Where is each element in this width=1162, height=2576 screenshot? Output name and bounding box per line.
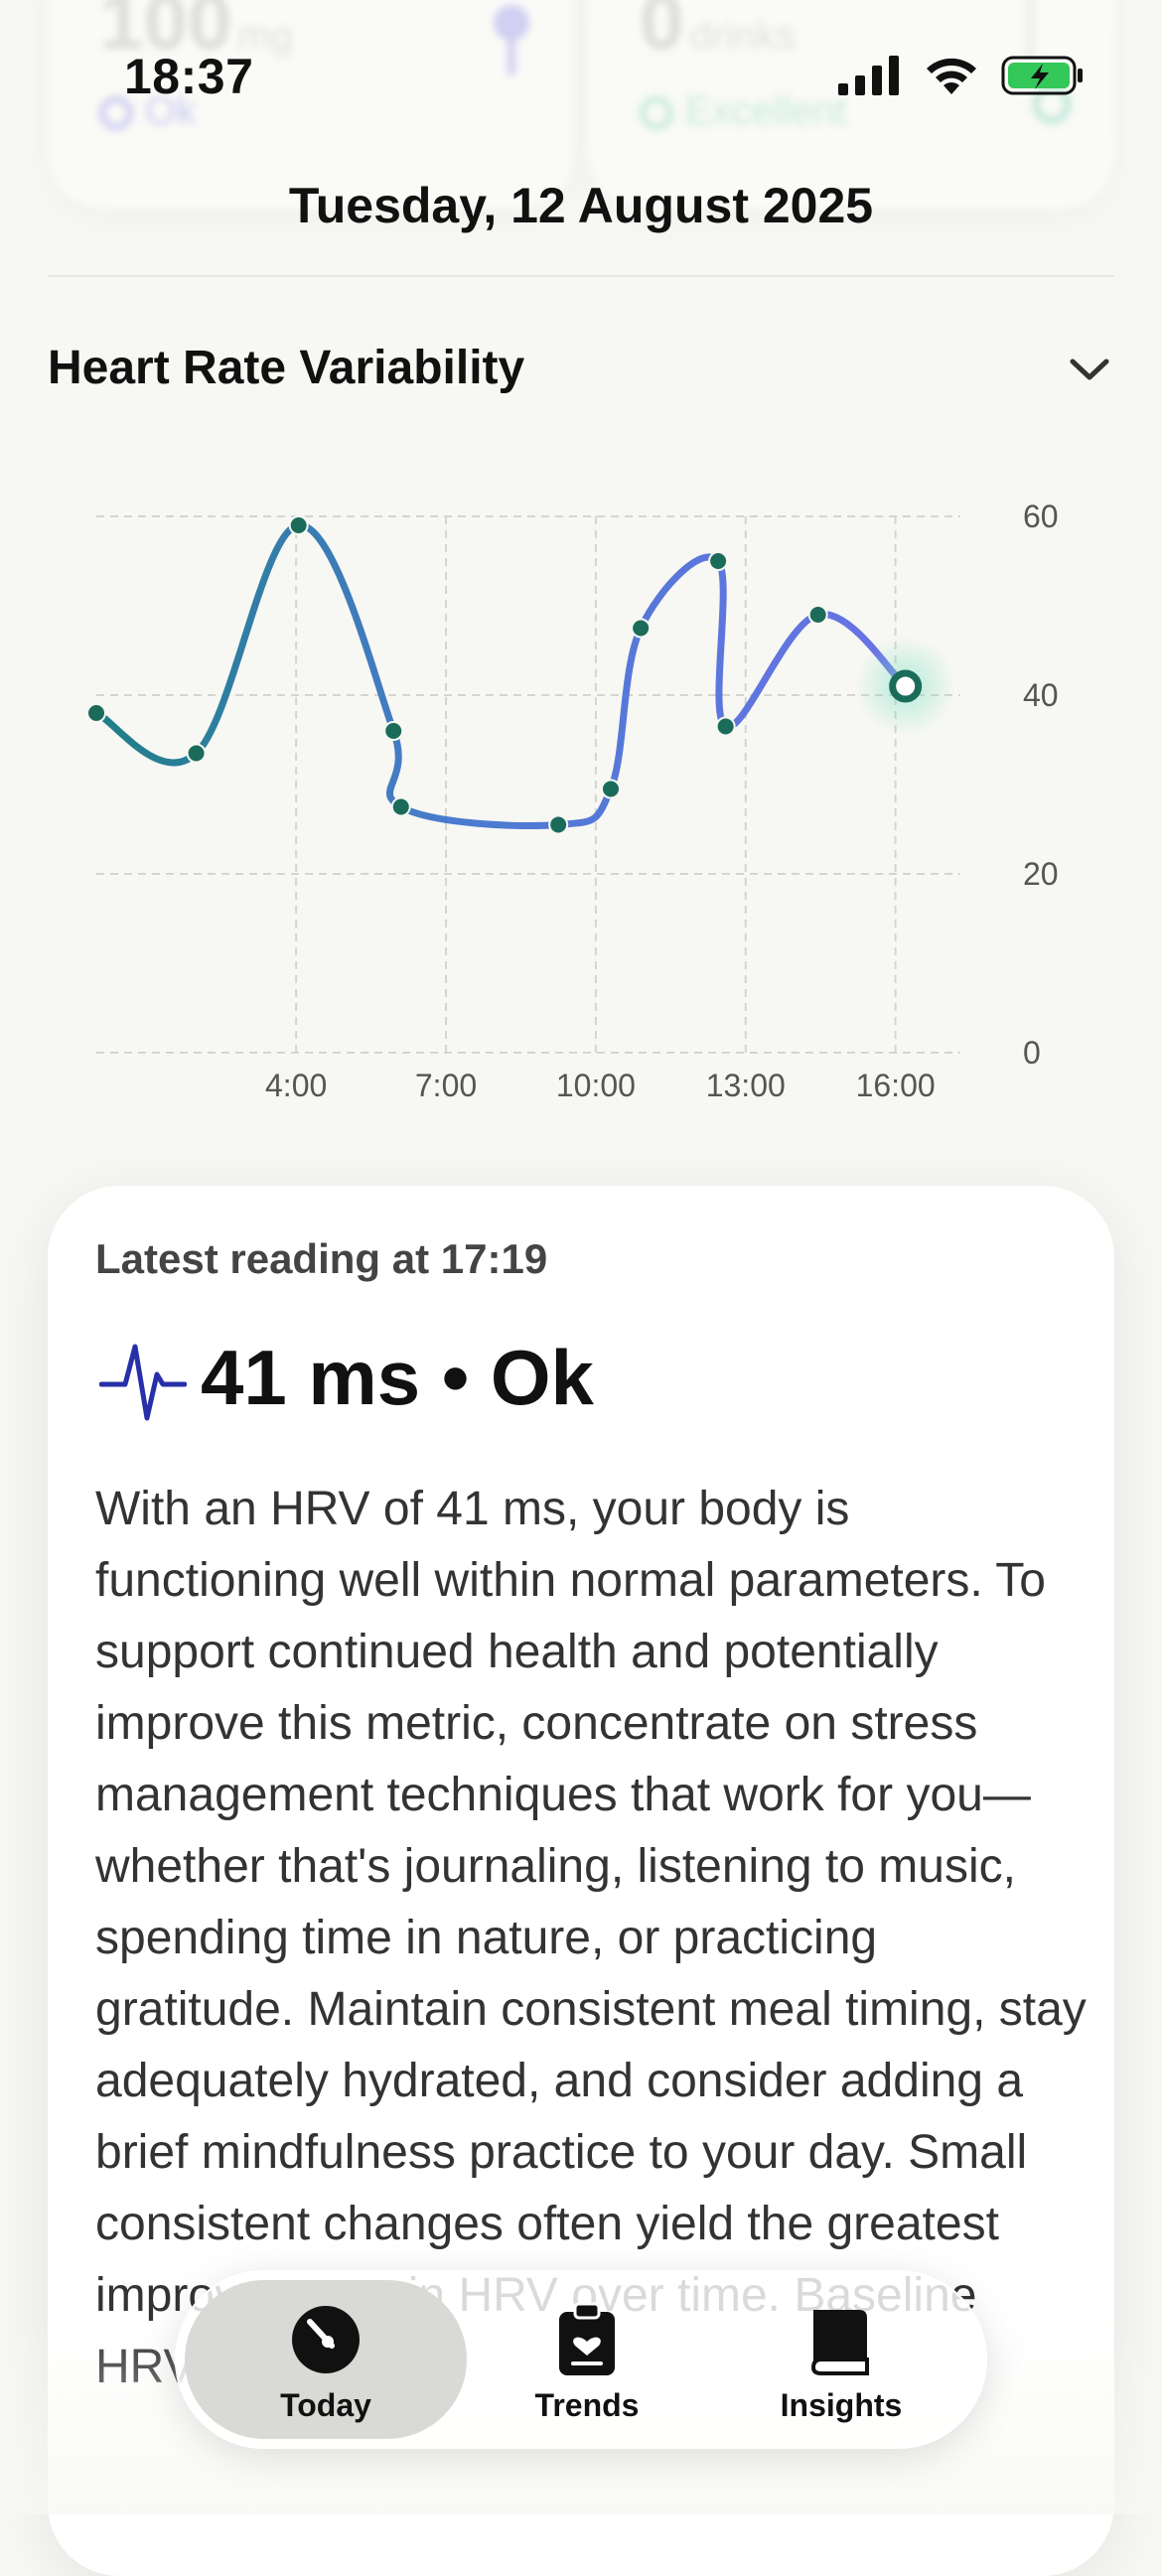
section-title: Heart Rate Variability xyxy=(48,342,525,394)
data-point xyxy=(390,796,411,817)
tab-bar: Today Trends Insights xyxy=(175,2270,987,2449)
data-point xyxy=(708,551,729,571)
data-point xyxy=(715,716,736,737)
data-point xyxy=(807,605,828,625)
data-point xyxy=(186,743,207,764)
chevron-down-icon[interactable] xyxy=(1065,350,1114,389)
tab-label: Trends xyxy=(534,2387,640,2423)
x-tick-label: 7:00 xyxy=(415,1068,477,1103)
tab-label: Insights xyxy=(780,2387,903,2423)
clipboard-heart-icon xyxy=(559,2302,615,2375)
data-point xyxy=(600,779,621,799)
tab-label: Today xyxy=(280,2387,371,2423)
clock: 18:37 xyxy=(124,49,254,104)
status-bar: 18:37 xyxy=(0,0,1162,149)
hrv-value: 41 ms • Ok xyxy=(201,1334,594,1421)
tab-today[interactable]: Today xyxy=(185,2280,467,2439)
header-divider xyxy=(48,275,1114,277)
y-tick-label: 40 xyxy=(1023,677,1059,713)
x-tick-label: 4:00 xyxy=(265,1068,327,1103)
latest-data-point xyxy=(889,669,923,703)
y-tick-label: 0 xyxy=(1023,1035,1041,1071)
y-tick-label: 20 xyxy=(1023,856,1059,892)
y-tick-label: 60 xyxy=(1023,499,1059,534)
data-point xyxy=(383,721,404,741)
book-icon xyxy=(810,2310,869,2375)
hrv-series-line xyxy=(92,521,910,829)
wifi-icon xyxy=(927,58,976,94)
x-tick-label: 10:00 xyxy=(556,1068,636,1103)
data-point xyxy=(288,515,309,535)
x-tick-label: 16:00 xyxy=(856,1068,936,1103)
cellular-signal-icon xyxy=(838,56,899,95)
data-point xyxy=(548,814,569,835)
gauge-icon xyxy=(292,2306,360,2373)
date-title: Tuesday, 12 August 2025 xyxy=(288,178,874,233)
data-point xyxy=(631,618,652,639)
tab-insights[interactable]: Insights xyxy=(717,2280,965,2439)
hrv-line-chart[interactable]: 0 20 40 60 4:00 7:00 10:00 13:00 16:00 xyxy=(0,477,1162,1132)
latest-reading-label: Latest reading at 17:19 xyxy=(95,1235,548,1282)
battery-charging-icon xyxy=(1001,56,1083,95)
heart-pulse-icon xyxy=(99,1344,187,1421)
data-point xyxy=(86,703,106,723)
hrv-description: With an HRV of 41 ms, your body is funct… xyxy=(95,1483,1087,2393)
x-tick-label: 13:00 xyxy=(706,1068,786,1103)
tab-trends[interactable]: Trends xyxy=(463,2280,711,2439)
